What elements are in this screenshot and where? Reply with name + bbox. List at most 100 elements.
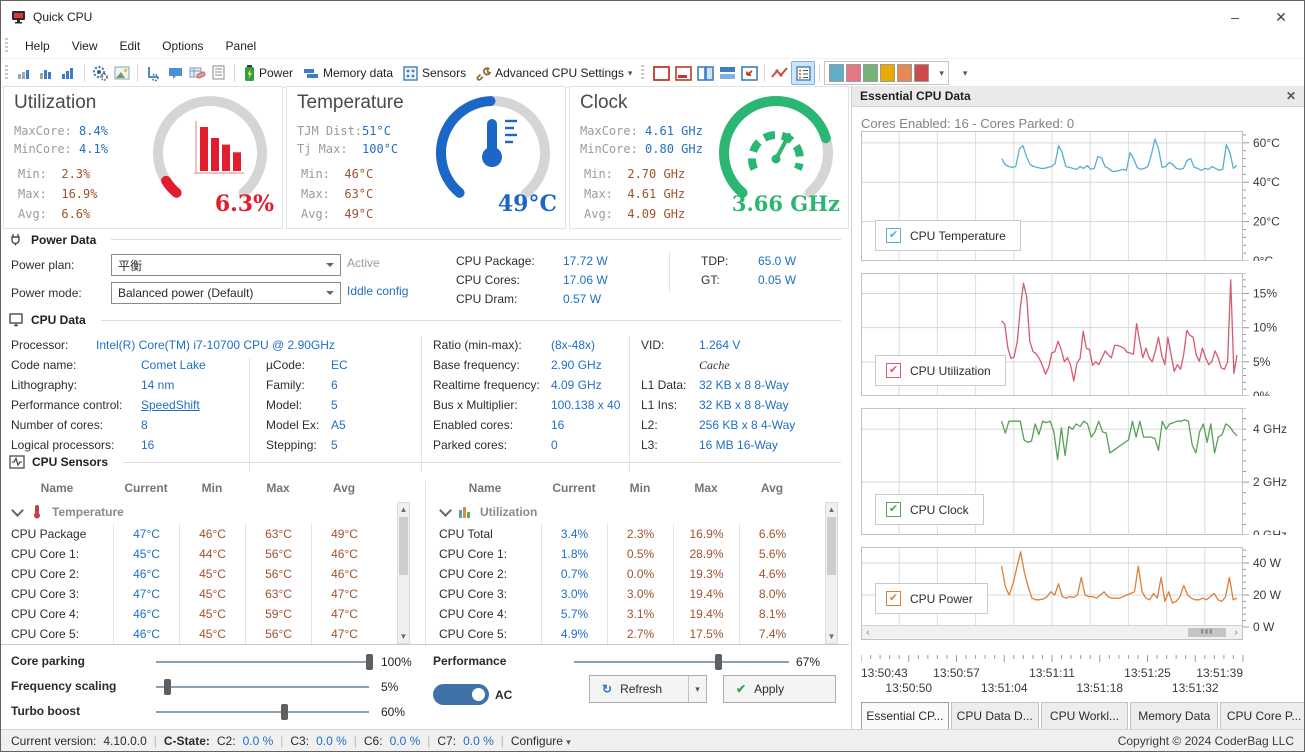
sensor-cell: 19.4% bbox=[673, 584, 739, 604]
sensors-button[interactable]: Sensors bbox=[398, 62, 471, 84]
apply-button[interactable]: ✔ Apply bbox=[723, 675, 836, 703]
sensor-rows: CPU Package47°C46°C63°C49°CCPU Core 1:45… bbox=[1, 524, 377, 644]
cpu-data-label: Number of cores: bbox=[11, 418, 103, 432]
tab-essential-cp-[interactable]: Essential CP... bbox=[861, 702, 949, 729]
menu-item-view[interactable]: View bbox=[61, 36, 109, 56]
cpu-data-value[interactable]: SpeedShift bbox=[141, 398, 200, 412]
scrollbar-thumb[interactable] bbox=[399, 517, 408, 575]
slider-turbo-boost-track[interactable] bbox=[156, 711, 369, 713]
sensor-cell: 0.5% bbox=[607, 544, 673, 564]
slider-frequency-scaling-handle[interactable] bbox=[164, 679, 171, 695]
chart-large-icon[interactable] bbox=[58, 62, 80, 84]
chart-small-icon[interactable] bbox=[14, 62, 36, 84]
y-tick-label: 10% bbox=[1253, 321, 1277, 335]
tab-memory-data[interactable]: Memory Data bbox=[1130, 702, 1218, 729]
tab-cpu-data-d-[interactable]: CPU Data D... bbox=[951, 702, 1039, 729]
y-tick-label: 60°C bbox=[1253, 136, 1280, 150]
window-layout-rows-icon[interactable] bbox=[716, 62, 738, 84]
scroll-right-icon[interactable]: › bbox=[1230, 626, 1242, 638]
chart-medium-icon[interactable] bbox=[36, 62, 58, 84]
window-restore-icon[interactable] bbox=[738, 62, 760, 84]
tab-cpu-core-p-[interactable]: CPU Core P... bbox=[1220, 702, 1304, 729]
sensor-row-name: CPU Total bbox=[429, 524, 493, 544]
power-plan-combo[interactable]: 平衡 bbox=[111, 254, 341, 276]
legend-label: CPU Utilization bbox=[910, 364, 991, 378]
legend-label: CPU Clock bbox=[910, 503, 969, 517]
sensors-grid-icon bbox=[403, 66, 418, 81]
image-icon[interactable] bbox=[111, 62, 133, 84]
menu-item-edit[interactable]: Edit bbox=[108, 36, 151, 56]
sensor-cell: 45°C bbox=[179, 624, 245, 644]
window-layout-full-icon[interactable] bbox=[650, 62, 672, 84]
refresh-button[interactable]: ↻ Refresh ▾ bbox=[589, 675, 707, 703]
chart-cpu-utilization: 0%5%10%15%✔CPU Utilization bbox=[861, 273, 1304, 396]
sensor-cell: 56°C bbox=[245, 624, 311, 644]
checkbox-cpu-power[interactable]: ✔ bbox=[886, 591, 901, 606]
cpu-data-label: L2: bbox=[641, 418, 658, 432]
slider-performance-track[interactable] bbox=[574, 661, 789, 663]
gauge-stat-row: Min: 2.70 GHz bbox=[584, 167, 685, 181]
slider-performance-label: Performance bbox=[433, 654, 506, 668]
scroll-up-icon[interactable]: ▲ bbox=[826, 503, 837, 516]
slider-core-parking-handle[interactable] bbox=[366, 654, 373, 670]
chart-h-scrollbar[interactable]: ‹ › ▮▮▮ bbox=[862, 625, 1242, 639]
checkbox-cpu-utilization[interactable]: ✔ bbox=[886, 363, 901, 378]
cpu-data-value: 0 bbox=[551, 438, 558, 452]
toolbar-overflow-icon[interactable]: ▾ bbox=[963, 68, 968, 79]
x-axis-label: 13:51:04 bbox=[981, 681, 1028, 695]
power-button[interactable]: Power bbox=[239, 62, 298, 84]
advanced-cpu-settings-button[interactable]: Advanced CPU Settings ▾ bbox=[471, 62, 637, 84]
cstate-value: 0.0 % bbox=[463, 734, 494, 748]
gauge-cards: UtilizationMaxCore: 8.4%MinCore: 4.1%Min… bbox=[3, 86, 849, 229]
checkbox-cpu-temperature[interactable]: ✔ bbox=[886, 228, 901, 243]
feedback-bubble-icon[interactable] bbox=[164, 62, 186, 84]
waveform-icon bbox=[9, 455, 25, 469]
palette-dropdown[interactable]: ▾ bbox=[824, 61, 949, 85]
slider-core-parking-track[interactable] bbox=[156, 661, 369, 663]
memory-icon bbox=[303, 67, 319, 80]
display-gear-icon[interactable] bbox=[89, 62, 111, 84]
y-tick-label: 0 W bbox=[1253, 620, 1275, 634]
configure-menu[interactable]: Configure ▾ bbox=[511, 734, 571, 748]
refresh-dropdown[interactable]: ▾ bbox=[688, 676, 706, 702]
scroll-up-icon[interactable]: ▲ bbox=[398, 503, 409, 516]
slider-core-parking-label: Core parking bbox=[11, 654, 85, 668]
sensor-group-temperature[interactable]: Temperature bbox=[5, 504, 124, 519]
close-button[interactable]: ✕ bbox=[1258, 1, 1304, 33]
scroll-left-icon[interactable]: ‹ bbox=[862, 626, 874, 638]
power-row-label: CPU Cores: bbox=[456, 273, 520, 287]
menu-item-help[interactable]: Help bbox=[14, 36, 61, 56]
cpu-data-value: 5 bbox=[331, 438, 338, 452]
slider-turbo-boost-handle[interactable] bbox=[281, 704, 288, 720]
tab-cpu-workl-[interactable]: CPU Workl... bbox=[1041, 702, 1129, 729]
minimize-button[interactable]: – bbox=[1212, 1, 1258, 33]
titlebar: Quick CPU – ✕ bbox=[1, 1, 1304, 33]
scroll-down-icon[interactable]: ▼ bbox=[398, 630, 409, 643]
window-layout-columns-icon[interactable] bbox=[694, 62, 716, 84]
sensor-scrollbar[interactable]: ▲▼ bbox=[825, 502, 838, 644]
slider-performance-handle[interactable] bbox=[715, 654, 722, 670]
memory-data-button[interactable]: Memory data bbox=[298, 62, 398, 84]
panel-close-icon[interactable]: ✕ bbox=[1286, 89, 1296, 103]
idle-config-link[interactable]: Iddle config bbox=[347, 284, 408, 298]
sensor-group-utilization[interactable]: Utilization bbox=[433, 504, 537, 519]
window-layout-bottom-icon[interactable] bbox=[672, 62, 694, 84]
sensor-scrollbar[interactable]: ▲▼ bbox=[397, 502, 410, 644]
menu-item-panel[interactable]: Panel bbox=[215, 36, 268, 56]
ac-toggle[interactable] bbox=[433, 684, 489, 705]
chevron-down-icon bbox=[11, 504, 24, 517]
checkbox-cpu-clock[interactable]: ✔ bbox=[886, 502, 901, 517]
power-mode-combo[interactable]: Balanced power (Default) bbox=[111, 282, 341, 304]
scrollbar-thumb[interactable] bbox=[827, 517, 836, 575]
gauge-stat-row: Avg: 49°C bbox=[301, 207, 373, 221]
clear-table-icon[interactable] bbox=[186, 62, 208, 84]
menu-item-options[interactable]: Options bbox=[151, 36, 214, 56]
slider-frequency-scaling-track[interactable] bbox=[156, 686, 369, 688]
scrollbar-thumb[interactable]: ▮▮▮ bbox=[1188, 628, 1226, 637]
cpu-data-label: Stepping: bbox=[266, 438, 317, 452]
log-document-icon[interactable] bbox=[208, 62, 230, 84]
graph-view-icon[interactable] bbox=[769, 62, 791, 84]
list-view-icon[interactable] bbox=[791, 61, 815, 85]
scroll-down-icon[interactable]: ▼ bbox=[826, 630, 837, 643]
axis-settings-icon[interactable] bbox=[142, 62, 164, 84]
